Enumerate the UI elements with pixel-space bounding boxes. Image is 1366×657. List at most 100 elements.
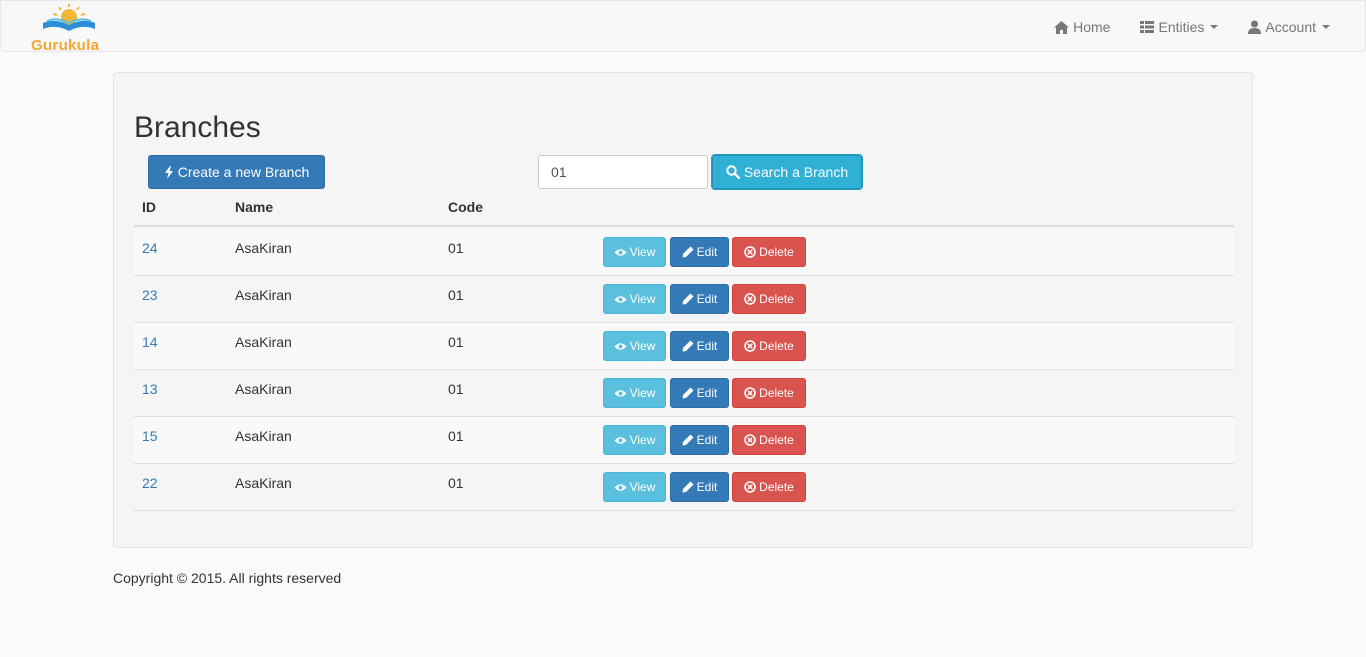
bolt-icon — [164, 165, 173, 179]
table-row: 13 AsaKiran 01 View Edit Delete — [134, 370, 1234, 417]
branch-code: 01 — [448, 428, 464, 444]
delete-label: Delete — [759, 480, 794, 494]
nav-entities-label: Entities — [1158, 19, 1205, 35]
view-label: View — [629, 386, 656, 400]
view-button[interactable]: View — [603, 425, 666, 455]
pencil-icon — [682, 481, 694, 493]
nav-entities-dropdown[interactable]: Entities — [1125, 1, 1233, 53]
column-header-name[interactable]: Name — [235, 199, 273, 215]
brand-name: Gurukula — [31, 37, 100, 54]
search-input[interactable] — [538, 155, 708, 189]
branch-code: 01 — [448, 381, 464, 397]
eye-icon — [614, 342, 627, 350]
pencil-icon — [682, 340, 694, 352]
delete-button[interactable]: Delete — [732, 237, 806, 267]
branch-id-link[interactable]: 24 — [142, 240, 158, 256]
chevron-down-icon — [1210, 25, 1219, 29]
branch-name: AsaKiran — [235, 287, 292, 303]
nav-home[interactable]: Home — [1039, 1, 1125, 53]
remove-circle-icon — [744, 340, 756, 352]
branch-id-link[interactable]: 15 — [142, 428, 158, 444]
remove-circle-icon — [744, 387, 756, 399]
eye-icon — [614, 436, 627, 444]
delete-button[interactable]: Delete — [732, 378, 806, 408]
branch-name: AsaKiran — [235, 475, 292, 491]
view-button[interactable]: View — [603, 331, 666, 361]
branch-code: 01 — [448, 240, 464, 256]
nav-links: Home Entities Account — [1039, 1, 1345, 53]
edit-button[interactable]: Edit — [670, 378, 729, 408]
branch-id-link[interactable]: 13 — [142, 381, 158, 397]
delete-label: Delete — [759, 386, 794, 400]
chevron-down-icon — [1322, 25, 1330, 29]
table-row: 14 AsaKiran 01 View Edit Delete — [134, 323, 1234, 370]
delete-button[interactable]: Delete — [732, 472, 806, 502]
eye-icon — [614, 483, 627, 491]
delete-label: Delete — [759, 292, 794, 306]
edit-button[interactable]: Edit — [670, 237, 729, 267]
branch-name: AsaKiran — [235, 334, 292, 350]
branch-name: AsaKiran — [235, 428, 292, 444]
brand-logo[interactable]: Gurukula — [29, 1, 109, 54]
page-title: Branches — [134, 111, 261, 144]
edit-label: Edit — [696, 480, 718, 494]
branch-name: AsaKiran — [235, 240, 292, 256]
table-row: 15 AsaKiran 01 View Edit Delete — [134, 417, 1234, 464]
eye-icon — [614, 389, 627, 397]
delete-button[interactable]: Delete — [732, 331, 806, 361]
edit-button[interactable]: Edit — [670, 331, 729, 361]
view-label: View — [629, 339, 656, 353]
column-header-id[interactable]: ID — [142, 199, 156, 215]
view-button[interactable]: View — [603, 472, 666, 502]
branch-id-link[interactable]: 22 — [142, 475, 158, 491]
delete-label: Delete — [759, 245, 794, 259]
table-row: 23 AsaKiran 01 View Edit Delete — [134, 276, 1234, 323]
delete-label: Delete — [759, 339, 794, 353]
nav-account-dropdown[interactable]: Account — [1233, 1, 1345, 53]
view-label: View — [629, 292, 656, 306]
search-branch-label: Search a Branch — [743, 164, 849, 180]
view-button[interactable]: View — [603, 378, 666, 408]
remove-circle-icon — [744, 293, 756, 305]
table-row: 22 AsaKiran 01 View Edit Delete — [134, 464, 1234, 511]
edit-label: Edit — [696, 292, 718, 306]
logo-icon — [43, 4, 95, 31]
edit-button[interactable]: Edit — [670, 425, 729, 455]
navbar: Gurukula Home Entities Account — [0, 0, 1366, 54]
branch-id-link[interactable]: 23 — [142, 287, 158, 303]
home-icon — [1054, 20, 1070, 34]
user-icon — [1248, 20, 1262, 34]
remove-circle-icon — [744, 481, 756, 493]
remove-circle-icon — [744, 434, 756, 446]
pencil-icon — [682, 387, 694, 399]
create-branch-button[interactable]: Create a new Branch — [148, 155, 325, 189]
edit-button[interactable]: Edit — [670, 472, 729, 502]
branch-name: AsaKiran — [235, 381, 292, 397]
edit-label: Edit — [696, 386, 718, 400]
eye-icon — [614, 248, 627, 256]
delete-label: Delete — [759, 433, 794, 447]
branch-code: 01 — [448, 334, 464, 350]
create-branch-label: Create a new Branch — [177, 164, 310, 180]
branch-code: 01 — [448, 287, 464, 303]
remove-circle-icon — [744, 246, 756, 258]
nav-account-label: Account — [1265, 19, 1316, 35]
view-button[interactable]: View — [603, 237, 666, 267]
search-icon — [726, 165, 740, 179]
eye-icon — [614, 295, 627, 303]
delete-button[interactable]: Delete — [732, 284, 806, 314]
view-button[interactable]: View — [603, 284, 666, 314]
pencil-icon — [682, 434, 694, 446]
delete-button[interactable]: Delete — [732, 425, 806, 455]
column-header-code[interactable]: Code — [448, 199, 483, 215]
pencil-icon — [682, 246, 694, 258]
edit-label: Edit — [696, 245, 718, 259]
content-panel: Branches Create a new Branch Search a Br… — [113, 72, 1253, 548]
search-branch-button[interactable]: Search a Branch — [711, 154, 863, 190]
edit-button[interactable]: Edit — [670, 284, 729, 314]
branch-id-link[interactable]: 14 — [142, 334, 158, 350]
list-icon — [1140, 21, 1155, 33]
edit-label: Edit — [696, 433, 718, 447]
nav-home-label: Home — [1073, 19, 1111, 35]
footer-copyright: Copyright © 2015. All rights reserved — [113, 570, 342, 586]
